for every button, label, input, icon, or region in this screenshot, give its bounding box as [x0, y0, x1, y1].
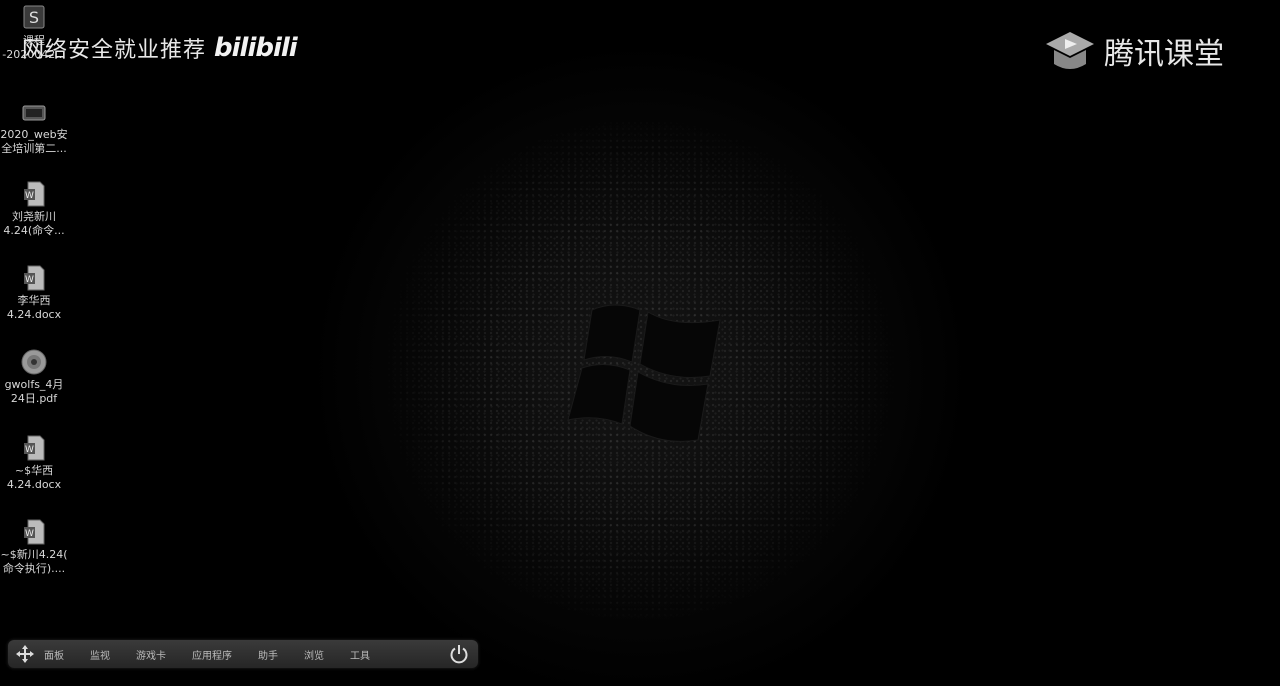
word-document-icon: W [24, 435, 45, 461]
taskbar-item[interactable]: 面板 [44, 647, 64, 662]
watermark-text: 网络安全就业推荐 [22, 38, 207, 63]
desktop-icon-label: 命令执行).... [2, 562, 66, 575]
desktop-icon-pdf[interactable]: gwolfs_4月 24日.pdf [0, 348, 68, 406]
desktop-icon-label: 2020_web安 [0, 128, 68, 141]
tencent-classroom-watermark: 腾讯课堂 [1040, 28, 1224, 74]
desktop-icon-li-doc[interactable]: W 李华西 4.24.docx [0, 264, 68, 322]
desktop-icon-label: 4.24.docx [6, 308, 62, 321]
svg-text:W: W [25, 191, 34, 201]
desktop-icon-label: 4.24(命令... [3, 224, 65, 237]
power-icon[interactable] [448, 643, 470, 665]
desktop-icon-label: ~$新川4.24( [0, 548, 68, 561]
watermark-text: 腾讯课堂 [1104, 37, 1224, 72]
tencent-classroom-logo-icon [1046, 32, 1094, 69]
svg-text:W: W [25, 275, 34, 285]
word-document-icon: W [24, 181, 45, 207]
svg-text:W: W [25, 529, 34, 539]
bilibili-watermark: 网络安全就业推荐 bilibili [22, 32, 298, 64]
taskbar-item[interactable]: 应用程序 [192, 647, 232, 662]
start-button[interactable] [12, 641, 38, 667]
move-arrows-icon [16, 645, 34, 663]
windows-logo-icon [567, 304, 721, 442]
taskbar-item[interactable]: 浏览 [304, 647, 324, 662]
desktop-icon-temp-li[interactable]: W ~$华西 4.24.docx [0, 434, 68, 492]
desktop[interactable]: S 课程 -2020042... 2020_web安 全培训第二... W 刘尧… [0, 0, 1280, 686]
word-document-icon: W [24, 519, 45, 545]
desktop-icon-label: 24日.pdf [10, 392, 58, 405]
bilibili-logo: bilibili [214, 33, 298, 63]
pdf-disc-icon [21, 349, 47, 375]
desktop-icon-liu-doc[interactable]: W 刘尧新川 4.24(命令... [0, 180, 68, 238]
taskbar-item[interactable]: 监视 [90, 647, 110, 662]
desktop-icon-label: ~$华西 [14, 464, 54, 477]
desktop-icon-label: 刘尧新川 [12, 210, 56, 223]
taskbar-item[interactable]: 工具 [350, 647, 370, 662]
desktop-icon-label: 全培训第二... [1, 142, 67, 155]
taskbar-item[interactable]: 助手 [258, 647, 278, 662]
desktop-icon-label: 4.24.docx [6, 478, 62, 491]
taskbar: 面板 监视 游戏卡 应用程序 助手 浏览 工具 [8, 640, 478, 668]
taskbar-item[interactable]: 游戏卡 [136, 647, 166, 662]
desktop-icon-label: 李华西 [17, 294, 51, 307]
desktop-icon-temp-liu[interactable]: W ~$新川4.24( 命令执行).... [0, 518, 68, 576]
svg-text:W: W [25, 445, 34, 455]
word-document-icon: W [24, 265, 45, 291]
desktop-icon-web-training[interactable]: 2020_web安 全培训第二... [0, 98, 68, 156]
video-file-icon [22, 105, 46, 121]
svg-text:S: S [29, 8, 39, 27]
app-shortcut-icon: S [23, 5, 45, 29]
desktop-icon-label: gwolfs_4月 [4, 378, 64, 391]
